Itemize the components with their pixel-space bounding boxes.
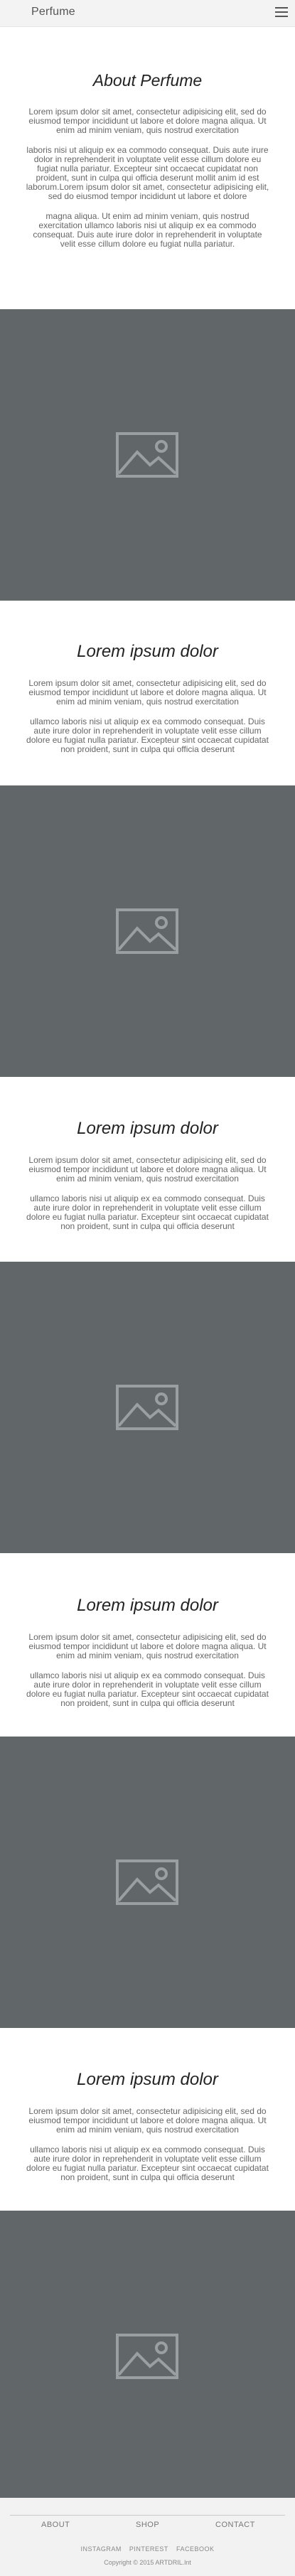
- footer-nav-about[interactable]: ABOUT: [41, 2521, 70, 2529]
- section-paragraph: ullamco laboris nisi ut aliquip ex ea co…: [26, 717, 269, 754]
- section-title: Lorem ipsum dolor: [77, 642, 218, 661]
- section-paragraph: Lorem ipsum dolor sit amet, consectetur …: [28, 678, 267, 707]
- image-placeholder: [0, 785, 295, 1077]
- image-placeholder-icon: [116, 1859, 178, 1905]
- social-link-facebook[interactable]: FACEBOOK: [176, 2545, 215, 2553]
- section-title: Lorem ipsum dolor: [77, 1596, 218, 1615]
- image-placeholder-icon: [116, 2334, 178, 2379]
- section-paragraph: Lorem ipsum dolor sit amet, consectetur …: [28, 1632, 267, 1660]
- image-placeholder: [0, 2211, 295, 2502]
- section-paragraph: Lorem ipsum dolor sit amet, consectetur …: [28, 2106, 267, 2135]
- section-paragraph: ullamco laboris nisi ut aliquip ex ea co…: [26, 1193, 269, 1231]
- social-link-instagram[interactable]: INSTAGRAM: [81, 2545, 122, 2553]
- about-section: About Perfume Lorem ipsum dolor sit amet…: [0, 71, 295, 259]
- footer-divider: [10, 2515, 285, 2516]
- footer: ABOUT SHOP CONTACT INSTAGRAM PINTEREST F…: [0, 2498, 295, 2576]
- about-paragraph: magna aliqua. Ut enim ad minim veniam, q…: [33, 211, 262, 249]
- content-section: Lorem ipsum dolor Lorem ipsum dolor sit …: [0, 1596, 295, 1719]
- brand-logo[interactable]: Perfume: [31, 6, 75, 18]
- content-section: Lorem ipsum dolor Lorem ipsum dolor sit …: [0, 1119, 295, 1242]
- about-paragraph: laboris nisi ut aliquip ex ea commodo co…: [26, 145, 269, 201]
- content-section: Lorem ipsum dolor Lorem ipsum dolor sit …: [0, 642, 295, 765]
- about-title: About Perfume: [92, 71, 203, 90]
- section-title: Lorem ipsum dolor: [77, 1119, 218, 1138]
- image-placeholder: [0, 1737, 295, 2028]
- image-placeholder-icon: [116, 432, 178, 478]
- section-paragraph: Lorem ipsum dolor sit amet, consectetur …: [28, 1155, 267, 1184]
- section-title: Lorem ipsum dolor: [77, 2070, 218, 2089]
- section-paragraph: ullamco laboris nisi ut aliquip ex ea co…: [26, 2145, 269, 2182]
- copyright-text: Copyright © 2015 ARTDRIL.lnt: [104, 2559, 191, 2566]
- image-placeholder: [0, 309, 295, 601]
- footer-nav-shop[interactable]: SHOP: [136, 2521, 159, 2529]
- social-links: INSTAGRAM PINTEREST FACEBOOK: [0, 2545, 295, 2553]
- hamburger-menu-icon[interactable]: [275, 7, 288, 18]
- social-link-pinterest[interactable]: PINTEREST: [129, 2545, 168, 2553]
- content-section: Lorem ipsum dolor Lorem ipsum dolor sit …: [0, 2070, 295, 2193]
- about-paragraph: Lorem ipsum dolor sit amet, consectetur …: [28, 107, 267, 135]
- section-paragraph: ullamco laboris nisi ut aliquip ex ea co…: [26, 1670, 269, 1708]
- image-placeholder: [0, 1262, 295, 1553]
- footer-nav-contact[interactable]: CONTACT: [215, 2521, 255, 2529]
- image-placeholder-icon: [116, 1385, 178, 1430]
- image-placeholder-icon: [116, 908, 178, 954]
- top-bar: Perfume: [0, 0, 295, 27]
